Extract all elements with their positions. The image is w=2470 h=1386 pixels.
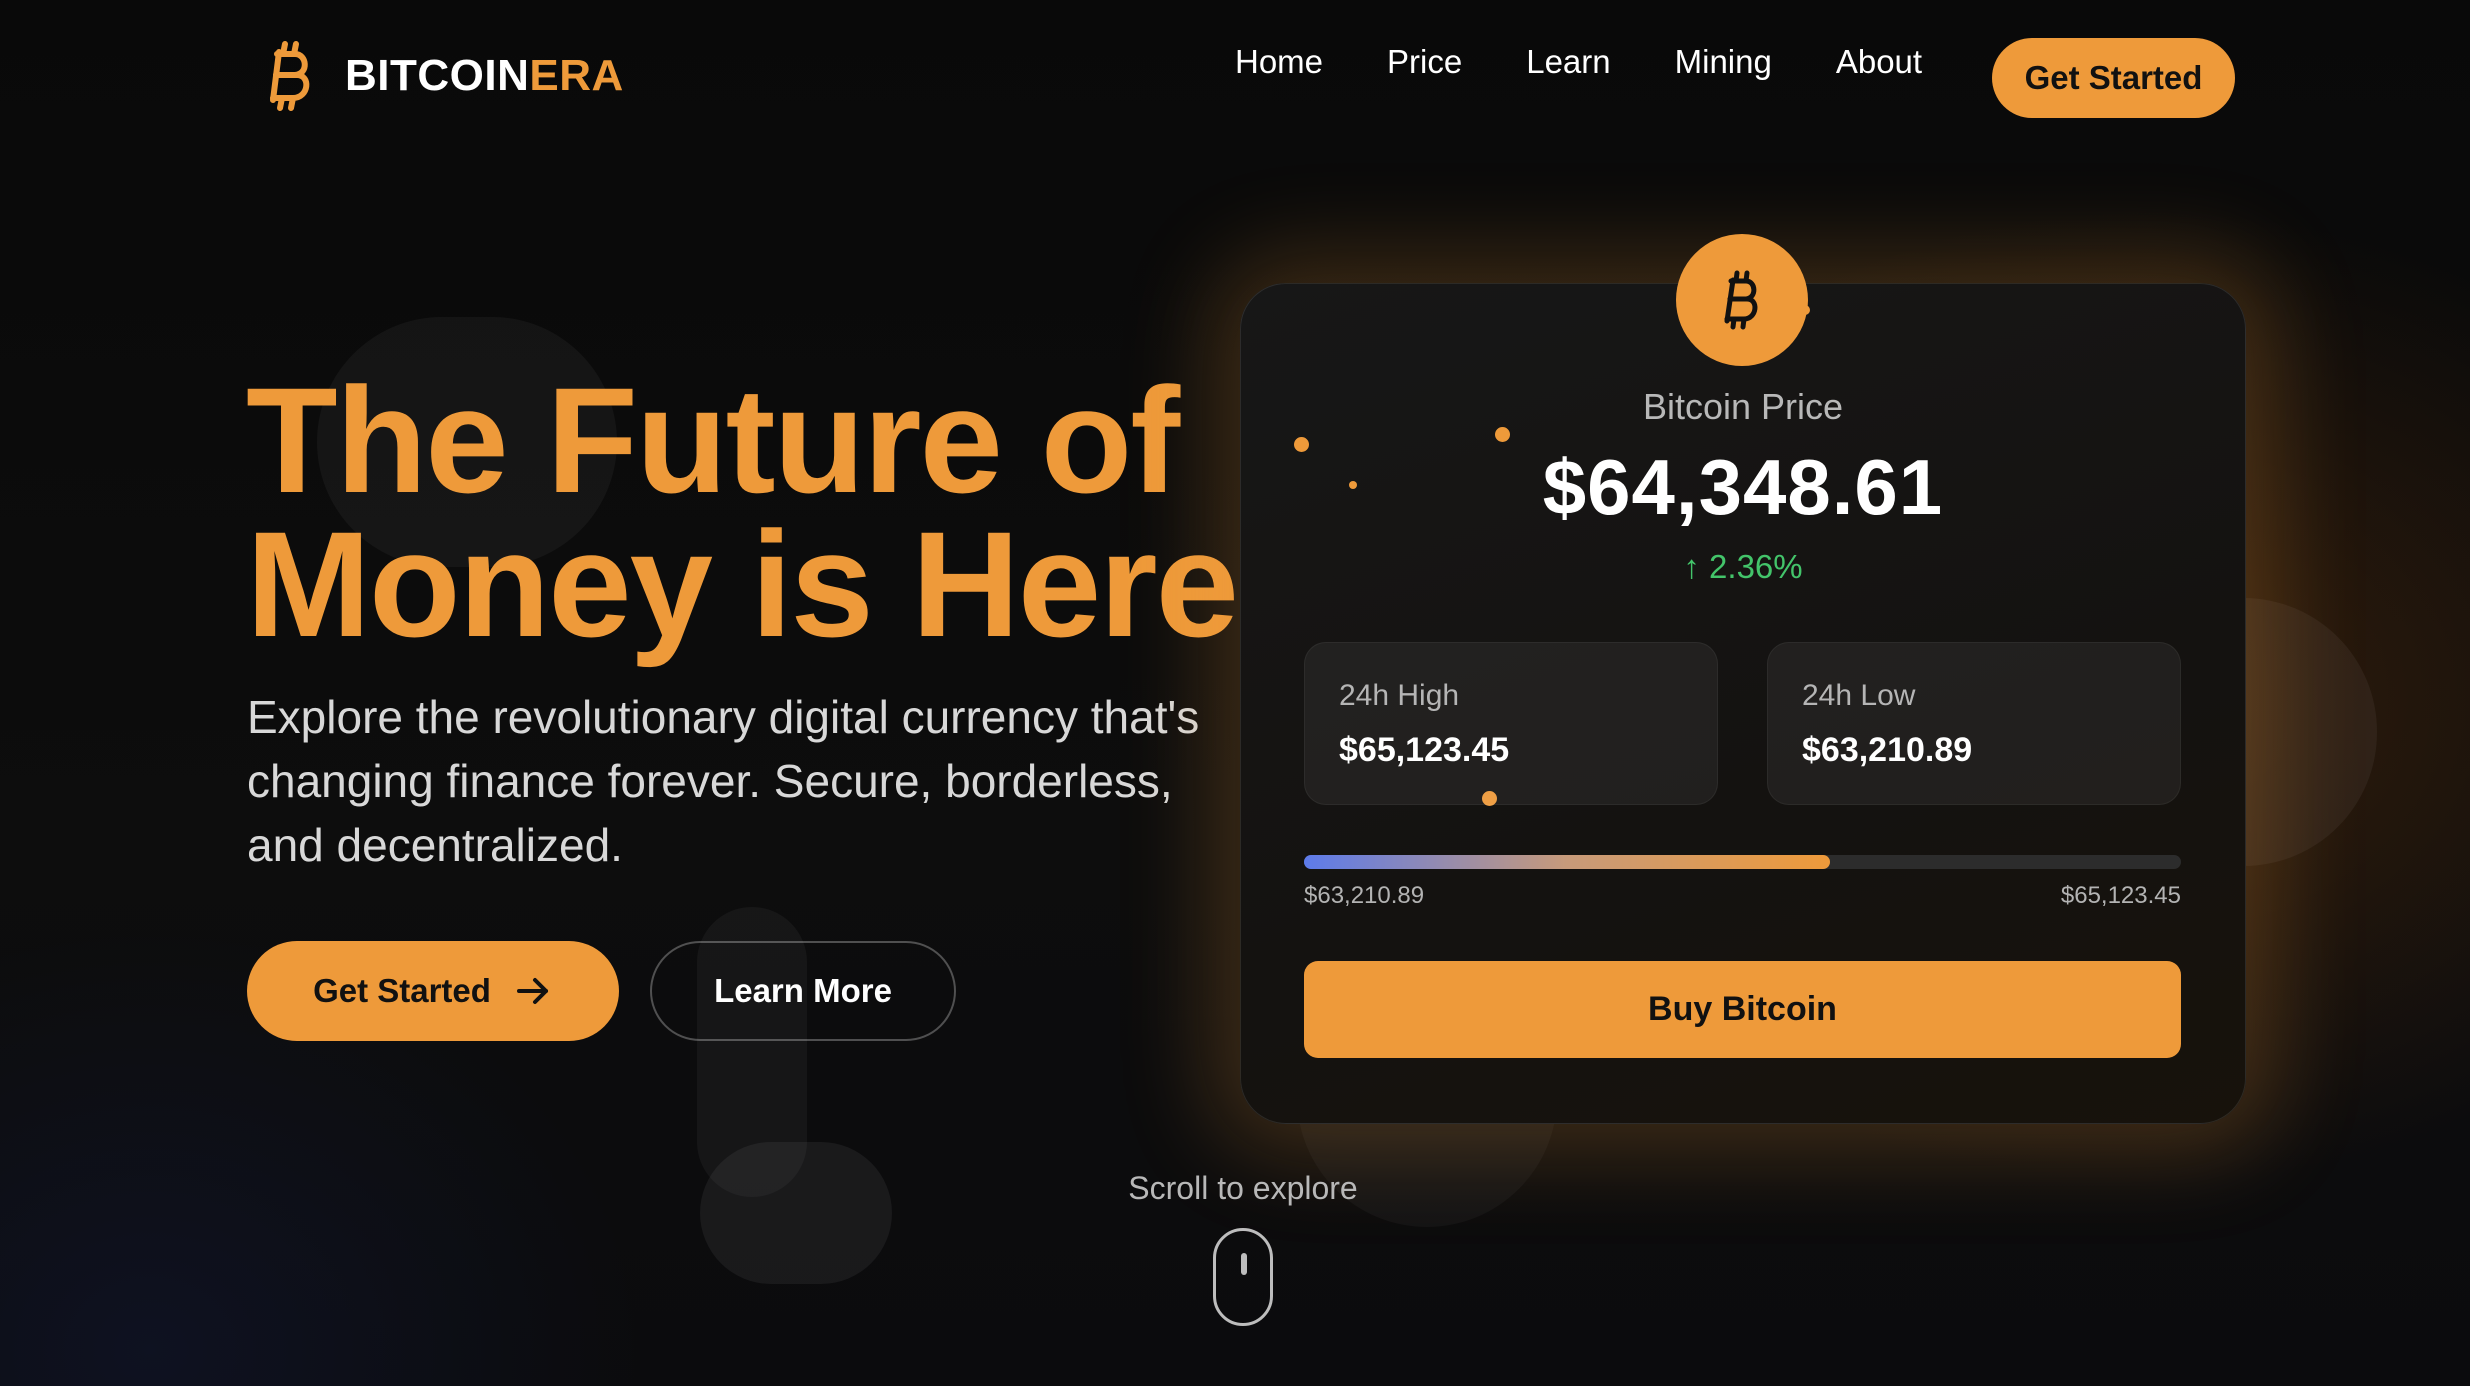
bitcoin-coin (1676, 234, 1808, 366)
nav-learn[interactable]: Learn (1526, 40, 1610, 84)
bitcoin-price: $64,348.61 (1542, 443, 1944, 531)
buy-bitcoin-button[interactable]: Buy Bitcoin (1304, 961, 2181, 1058)
hero-subtitle: Explore the revolutionary digital curren… (247, 691, 1200, 871)
stat-24h-high-label: 24h High (1339, 679, 1460, 712)
stat-24h-high: 24h High $65,123.45 (1304, 642, 1718, 805)
brand-logo[interactable]: BITCOINERA (265, 40, 624, 112)
get-started-label: Get Started (313, 972, 491, 1009)
bitcoin-icon (265, 40, 317, 112)
stat-24h-low: 24h Low $63,210.89 (1767, 642, 2181, 805)
price-range-max: $65,123.45 (2060, 882, 2181, 909)
hero-title-line-1: The Future of (246, 356, 1180, 524)
price-change: ↑ 2.36% (1683, 548, 1803, 585)
nav-home[interactable]: Home (1235, 40, 1323, 84)
site-header: BITCOINERA Home Price Learn Mining About… (0, 0, 2470, 160)
header-get-started-button[interactable]: Get Started (1992, 38, 2235, 118)
learn-more-button[interactable]: Learn More (650, 941, 956, 1041)
price-range-bar (1304, 855, 2181, 869)
scroll-hint-label: Scroll to explore (1128, 1170, 1358, 1206)
brand-name-main: BITCOIN (345, 51, 530, 100)
nav-about[interactable]: About (1836, 40, 1922, 84)
decorative-dot (1495, 427, 1510, 442)
stat-24h-low-value: $63,210.89 (1802, 731, 1973, 769)
price-card-label: Bitcoin Price (1642, 386, 1844, 427)
nav-mining[interactable]: Mining (1675, 40, 1772, 84)
hero-title-line-2: Money is Here (246, 500, 1239, 668)
nav-price[interactable]: Price (1387, 40, 1462, 84)
mouse-icon[interactable] (1213, 1228, 1273, 1326)
decorative-blob (700, 1142, 892, 1284)
arrow-right-icon (513, 971, 553, 1011)
price-range-fill (1304, 855, 1831, 869)
main-nav: Home Price Learn Mining About (1235, 40, 1922, 84)
get-started-button[interactable]: Get Started (247, 941, 619, 1041)
bitcoin-icon (1724, 270, 1758, 330)
stat-24h-low-label: 24h Low (1802, 679, 1916, 712)
brand-name: BITCOINERA (345, 51, 624, 101)
brand-name-accent: ERA (529, 51, 624, 100)
mouse-wheel (1241, 1253, 1247, 1275)
price-range-min: $63,210.89 (1304, 882, 1425, 909)
stat-24h-high-value: $65,123.45 (1339, 731, 1510, 769)
hero-title: The Future of Money is Here (246, 356, 1246, 668)
